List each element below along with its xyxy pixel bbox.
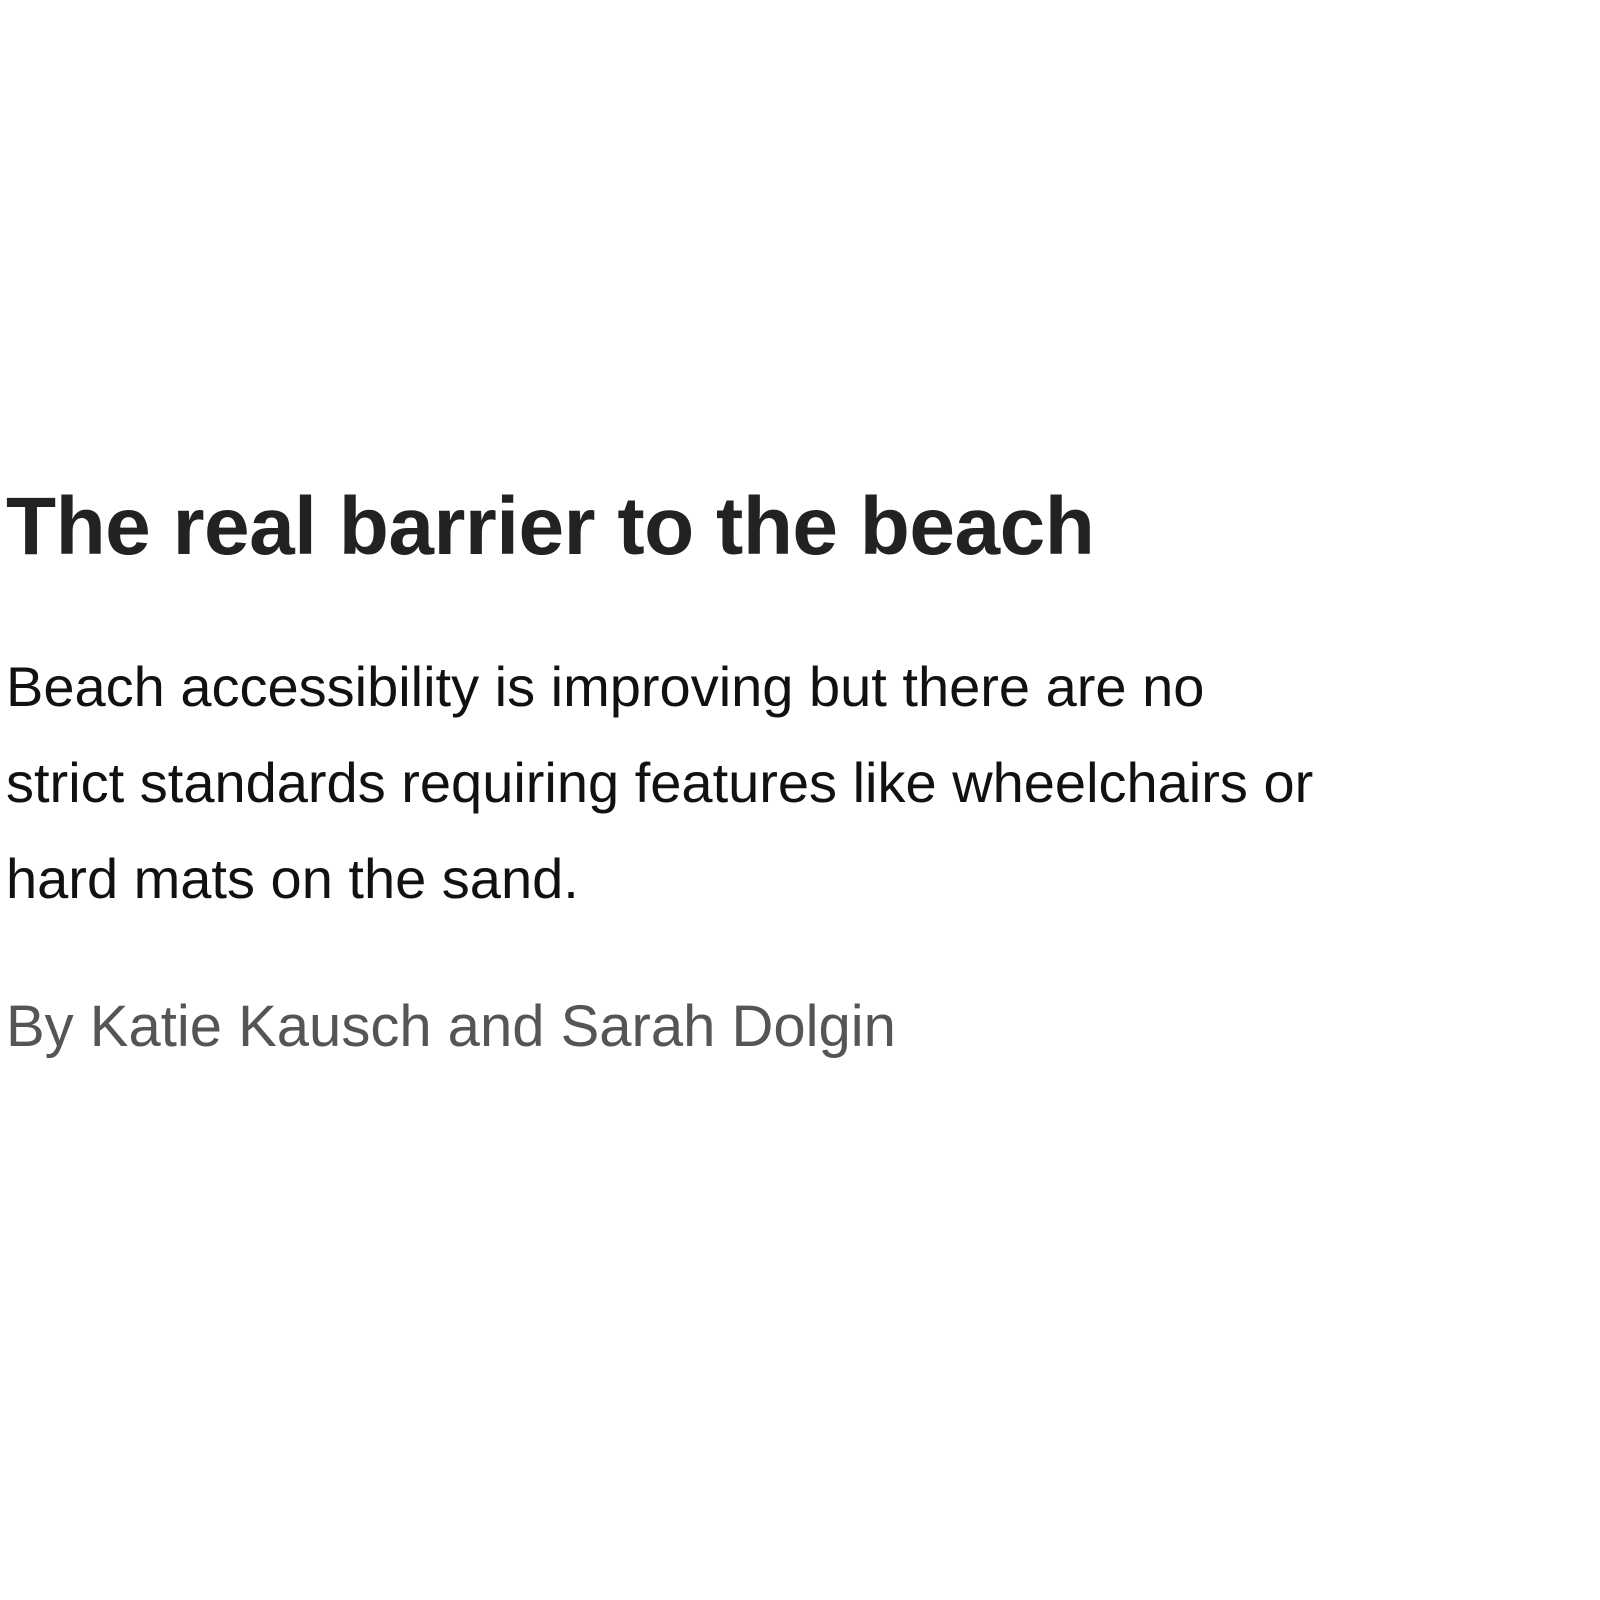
byline: By Katie Kausch and Sarah Dolgin (6, 994, 896, 1059)
dek-line: strict standards requiring features like… (6, 751, 1314, 814)
headline: The real barrier to the beach (6, 481, 1095, 572)
dek-line: Beach accessibility is improving but the… (6, 655, 1205, 718)
dek-line: hard mats on the sand. (6, 847, 579, 910)
article-dek: Beach accessibility is improving but the… (6, 639, 1598, 927)
